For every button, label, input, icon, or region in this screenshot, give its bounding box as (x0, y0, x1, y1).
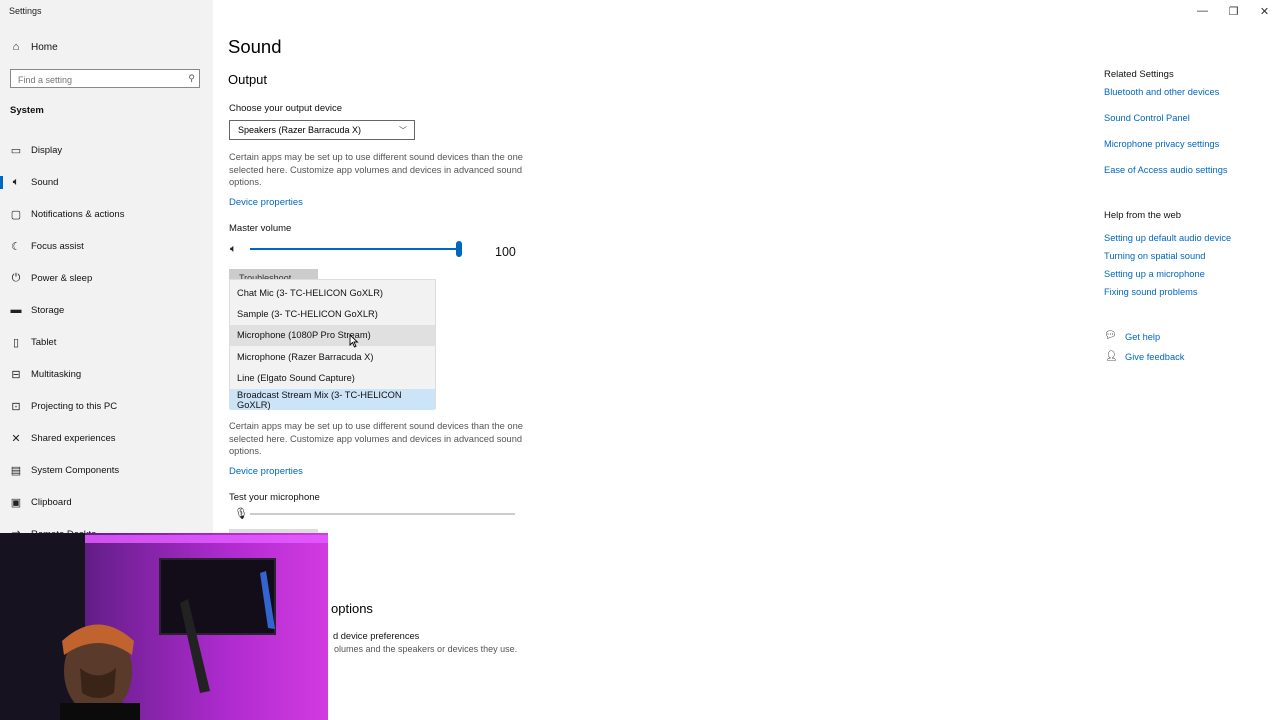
output-device-label: Choose your output device (229, 103, 343, 114)
sidebar-item-storage[interactable]: ▬ Storage (0, 294, 213, 326)
sidebar-item-display[interactable]: ▭ Display (0, 134, 213, 166)
help-link[interactable]: Setting up a microphone (1104, 269, 1205, 279)
display-icon: ▭ (10, 144, 22, 157)
sidebar-item-sound[interactable]: 🔈︎ Sound (0, 166, 213, 198)
dropdown-option-hovered[interactable]: Microphone (1080P Pro Stream) (230, 324, 435, 347)
search-icon[interactable]: ⚲ (188, 73, 195, 84)
sidebar-item-label: Shared experiences (31, 432, 116, 444)
home-label: Home (31, 41, 58, 53)
dropdown-option[interactable]: Chat Mic (3- TC-HELICON GoXLR) (230, 282, 435, 303)
sidebar-item-label: System Components (31, 464, 120, 476)
sidebar-item-shared-experiences[interactable]: ✕ Shared experiences (0, 422, 213, 454)
page-title: Sound (228, 36, 282, 57)
output-heading: Output (228, 72, 268, 87)
sidebar-item-clipboard[interactable]: ▣ Clipboard (0, 486, 213, 518)
microphone-privacy-link[interactable]: Microphone privacy settings (1104, 139, 1219, 149)
sidebar-item-focus-assist[interactable]: ☾ Focus assist (0, 230, 213, 262)
webcam-feed-image (0, 533, 328, 720)
master-volume-thumb[interactable] (456, 241, 462, 257)
webcam-overlay (0, 533, 328, 720)
sidebar-item-label: Tablet (31, 336, 57, 348)
input-description: Certain apps may be set up to use differ… (229, 421, 523, 456)
microphone-icon: 🎙︎ (234, 508, 248, 520)
related-settings-heading: Related Settings (1104, 69, 1174, 80)
home-icon: ⌂ (12, 41, 20, 53)
mouse-cursor-icon (349, 334, 359, 348)
sidebar-item-power[interactable]: ⏻ Power & sleep (0, 262, 213, 294)
tablet-icon: ▯ (12, 336, 20, 349)
sound-icon: 🔈︎ (12, 175, 20, 188)
help-from-web-heading: Help from the web (1104, 210, 1182, 221)
ease-of-access-audio-link[interactable]: Ease of Access audio settings (1104, 165, 1228, 175)
dropdown-option[interactable]: Line (Elgato Sound Capture) (230, 368, 435, 389)
input-device-dropdown[interactable]: Chat Mic (3- TC-HELICON GoXLR) Sample (3… (229, 279, 436, 411)
focus-assist-icon: ☾ (11, 240, 21, 253)
sidebar-item-tablet[interactable]: ▯ Tablet (0, 326, 213, 358)
sidebar-item-label: Focus assist (31, 240, 84, 252)
projecting-icon: ⊡ (11, 400, 21, 413)
give-feedback-link[interactable]: Give feedback (1125, 352, 1184, 362)
sidebar-item-system-components[interactable]: ▤ System Components (0, 454, 213, 486)
microphone-level-meter (250, 513, 515, 515)
search-box[interactable]: ⚲ (10, 69, 200, 89)
sidebar-section-title: System (10, 105, 44, 116)
dropdown-option[interactable]: Microphone (Razer Barracuda X) (230, 346, 435, 367)
app-volume-preferences-link[interactable]: d device preferences (333, 631, 419, 641)
dropdown-option-selected[interactable]: Broadcast Stream Mix (3- TC-HELICON GoXL… (230, 388, 435, 411)
output-device-select[interactable]: Speakers (Razer Barracuda X) ﹀ (229, 120, 415, 140)
sidebar-item-label: Sound (31, 176, 59, 188)
shared-experiences-icon: ✕ (11, 432, 21, 445)
sidebar-item-notifications[interactable]: ▢ Notifications & actions (0, 198, 213, 230)
output-device-value: Speakers (Razer Barracuda X) (238, 125, 362, 135)
multitasking-icon: ⊟ (11, 368, 21, 381)
clipboard-icon: ▣ (10, 496, 22, 509)
main-content: Sound Output Choose your output device S… (213, 0, 1280, 720)
master-volume-slider[interactable] (250, 248, 460, 250)
advanced-sound-options-heading: options (331, 601, 373, 616)
give-feedback-icon: 👤︎ (1105, 351, 1118, 362)
system-components-icon: ▤ (10, 464, 22, 477)
sidebar-item-label: Storage (31, 304, 65, 316)
input-device-properties-link[interactable]: Device properties (229, 466, 303, 477)
sidebar-item-label: Projecting to this PC (31, 400, 118, 412)
speaker-icon[interactable]: 🔈︎ (230, 243, 237, 256)
test-microphone-label: Test your microphone (229, 492, 320, 503)
output-description: Certain apps may be set up to use differ… (229, 152, 523, 187)
sidebar-item-label: Notifications & actions (31, 208, 125, 220)
get-help-link[interactable]: Get help (1125, 332, 1160, 342)
app-volume-preferences-description: olumes and the speakers or devices they … (334, 644, 518, 654)
sound-control-panel-link[interactable]: Sound Control Panel (1104, 113, 1190, 123)
dropdown-option[interactable]: Sample (3- TC-HELICON GoXLR) (230, 303, 435, 324)
sidebar-item-label: Power & sleep (31, 272, 93, 284)
sidebar-window-title: Settings (9, 6, 42, 16)
help-link[interactable]: Turning on spatial sound (1104, 251, 1205, 261)
sidebar-item-multitasking[interactable]: ⊟ Multitasking (0, 358, 213, 390)
help-link[interactable]: Fixing sound problems (1104, 287, 1198, 297)
notifications-icon: ▢ (10, 208, 22, 221)
sidebar-item-label: Multitasking (31, 368, 82, 380)
chevron-down-icon: ﹀ (399, 126, 407, 135)
master-volume-label: Master volume (229, 223, 292, 234)
sidebar-nav: ▭ Display 🔈︎ Sound ▢ Notifications & act… (0, 134, 213, 550)
sidebar-item-label: Display (31, 144, 63, 156)
sidebar-item-projecting[interactable]: ⊡ Projecting to this PC (0, 390, 213, 422)
master-volume-value: 100 (495, 245, 516, 259)
storage-icon: ▬ (10, 304, 22, 316)
output-device-properties-link[interactable]: Device properties (229, 197, 303, 208)
power-icon: ⏻ (11, 271, 21, 284)
search-input[interactable] (11, 71, 178, 89)
help-link[interactable]: Setting up default audio device (1104, 233, 1231, 243)
sidebar-item-label: Clipboard (31, 496, 72, 508)
bluetooth-devices-link[interactable]: Bluetooth and other devices (1104, 87, 1219, 97)
get-help-icon: 💬︎ (1104, 330, 1117, 341)
sidebar-home[interactable]: ⌂ Home (10, 41, 58, 53)
